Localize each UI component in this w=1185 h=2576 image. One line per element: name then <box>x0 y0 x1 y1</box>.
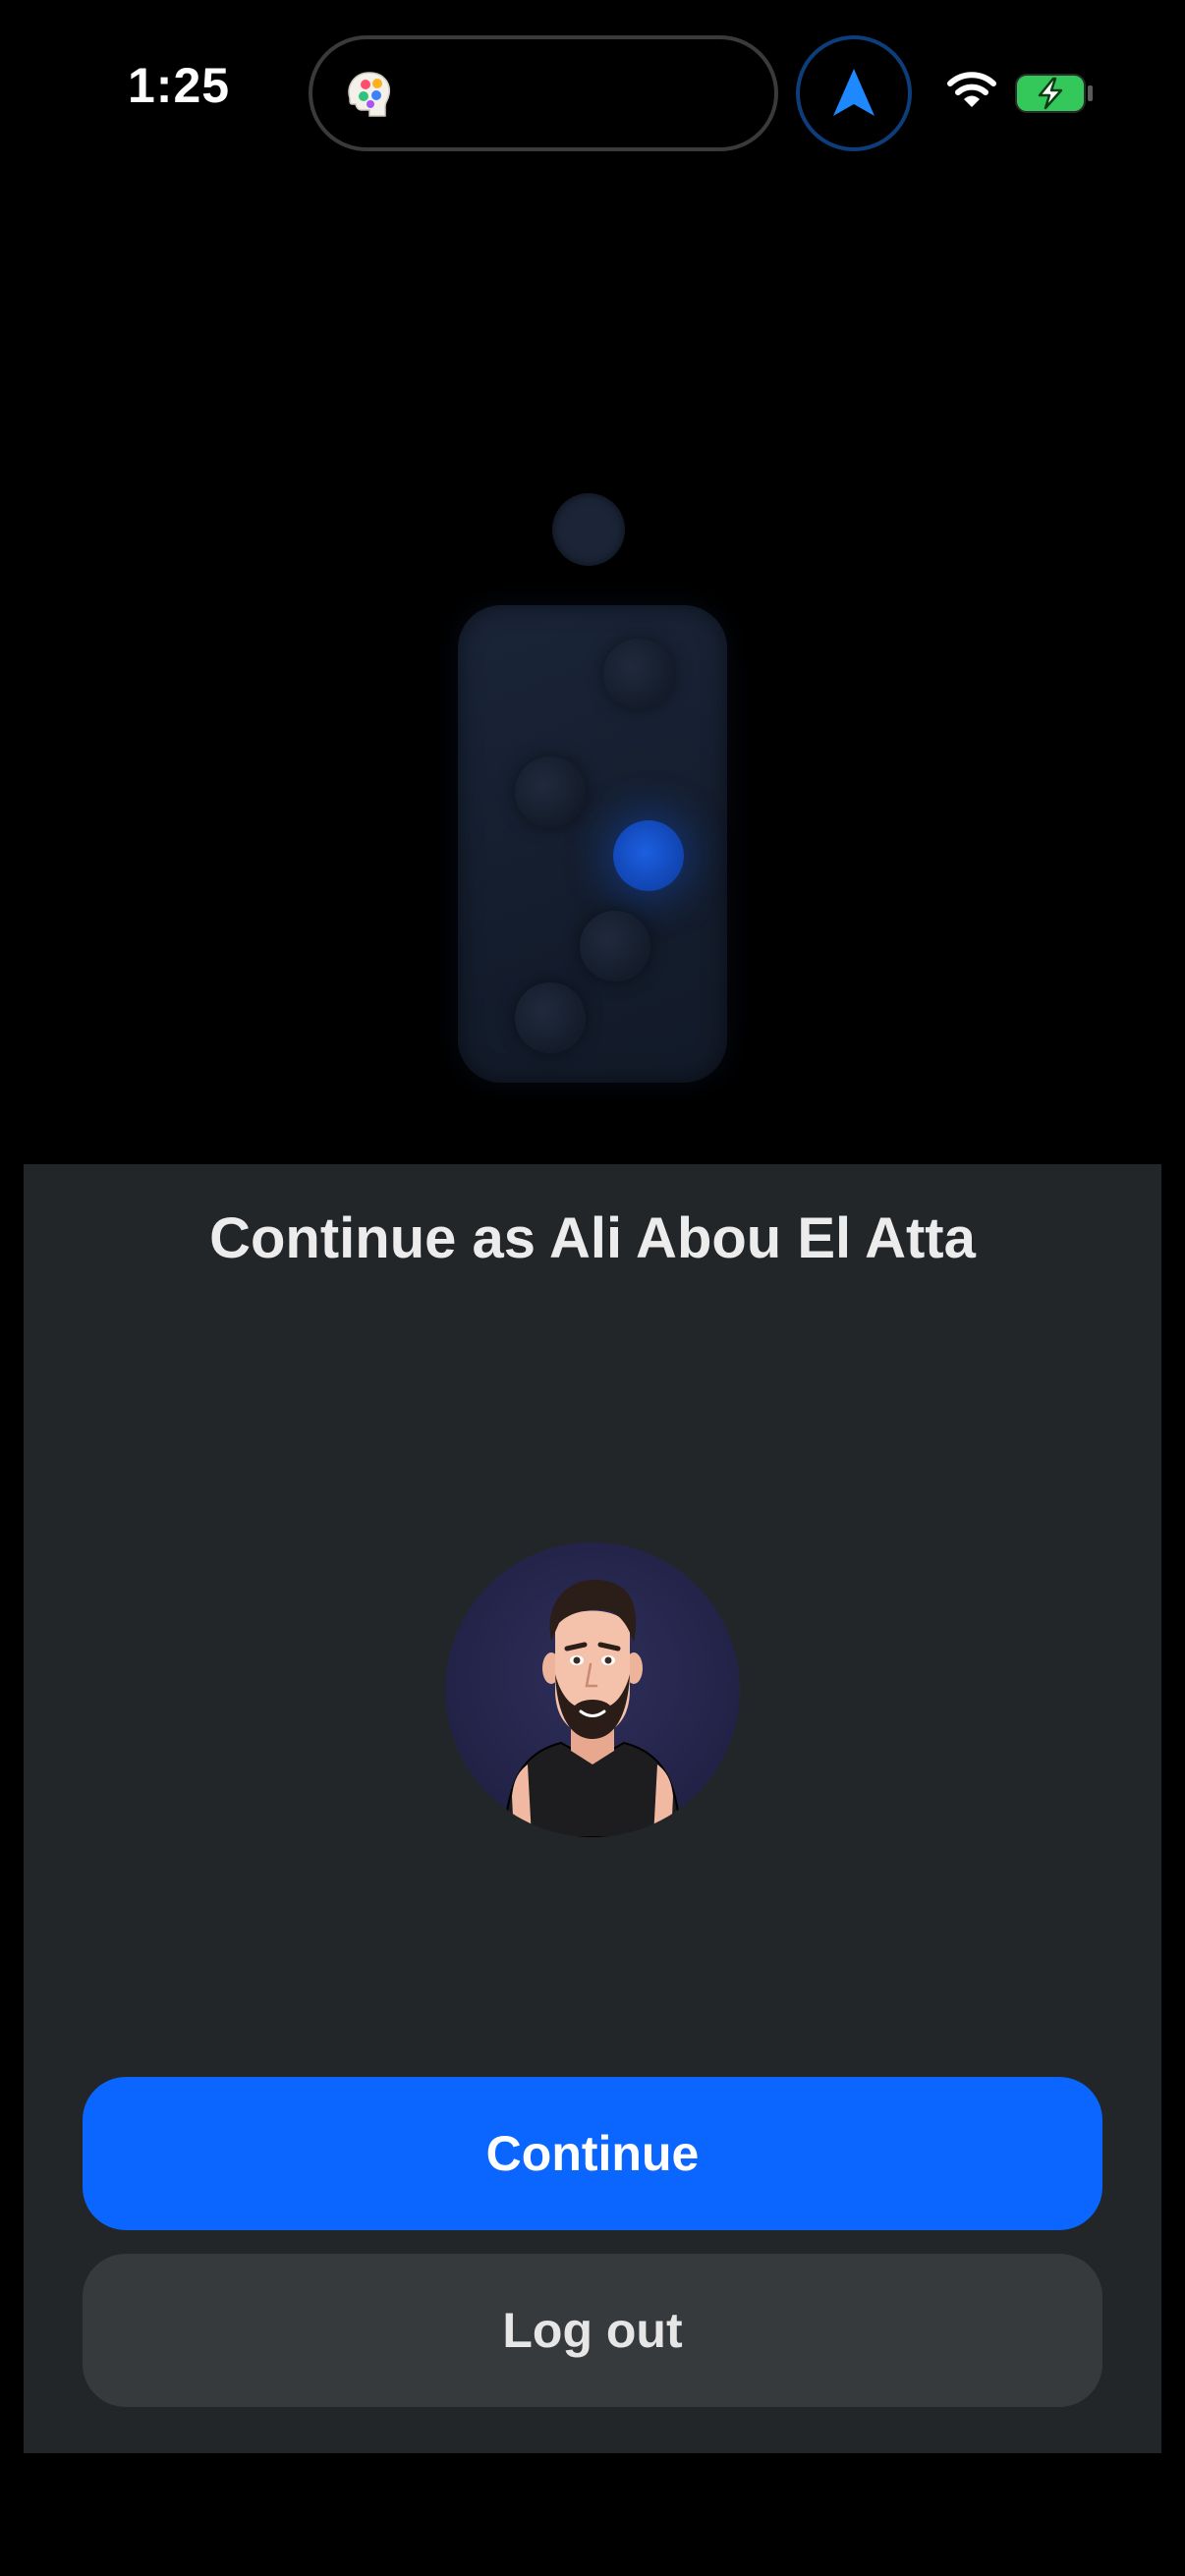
lock-dot <box>515 756 586 827</box>
brain-palette-icon <box>340 65 399 124</box>
location-arrow-icon <box>833 69 875 116</box>
battery-charging-icon <box>1014 73 1095 119</box>
lock-dot-active <box>613 820 684 891</box>
sheet-title: Continue as Ali Abou El Atta <box>209 1206 976 1270</box>
navigation-bubble[interactable] <box>796 35 912 151</box>
lock-body <box>458 605 727 1083</box>
account-sheet: Continue as Ali Abou El Atta Continue Lo… <box>24 1164 1161 2453</box>
lock-knob <box>552 493 625 566</box>
user-avatar <box>445 1542 740 1837</box>
continue-button[interactable]: Continue <box>83 2077 1102 2230</box>
log-out-button[interactable]: Log out <box>83 2254 1102 2407</box>
lock-dot <box>580 911 650 981</box>
wifi-icon <box>947 71 996 115</box>
status-time: 1:25 <box>128 58 231 113</box>
lock-dot <box>603 639 674 709</box>
dynamic-island[interactable] <box>309 35 778 151</box>
lock-dot <box>515 982 586 1053</box>
